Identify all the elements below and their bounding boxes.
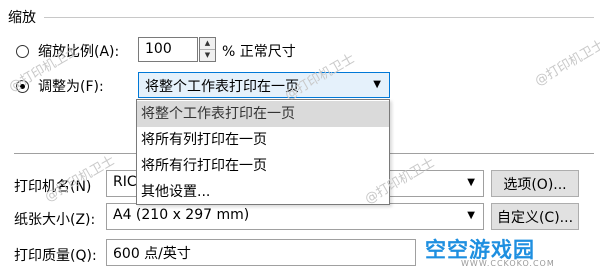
section-title: 缩放 <box>8 10 36 26</box>
dropdown-option-all-columns[interactable]: 将所有列打印在一页 <box>137 127 389 153</box>
paper-size-value: A4 (210 x 297 mm) <box>113 207 250 223</box>
scale-percent-radio[interactable] <box>16 45 29 58</box>
brand-url: WWW.CCKOKO.COM <box>461 259 555 268</box>
watermark: @打印机卫士 <box>532 37 600 90</box>
printer-name-value: RIC <box>113 174 137 190</box>
dropdown-option-all-rows[interactable]: 将所有行打印在一页 <box>137 153 389 179</box>
fit-to-selected-value: 将整个工作表打印在一页 <box>145 79 299 95</box>
scale-spinner[interactable]: ▲ ▼ <box>199 37 216 62</box>
print-quality-select[interactable]: 600 点/英寸 <box>106 239 416 266</box>
section-separator <box>44 17 594 18</box>
spin-up-icon[interactable]: ▲ <box>200 38 215 50</box>
options-button[interactable]: 选项(O)... <box>491 170 579 197</box>
fit-to-label[interactable]: 调整为(F): <box>38 76 104 96</box>
brand-logo: 空空游戏园 WWW.CCKOKO.COM <box>425 234 595 270</box>
spin-down-icon[interactable]: ▼ <box>200 50 215 62</box>
scale-unit-label: % 正常尺寸 <box>222 44 296 60</box>
custom-size-button[interactable]: 自定义(C)... <box>491 203 579 230</box>
chevron-down-icon[interactable]: ▼ <box>467 210 475 221</box>
chevron-down-icon[interactable]: ▼ <box>467 177 475 188</box>
fit-to-dropdown-list[interactable]: 将整个工作表打印在一页 将所有列打印在一页 将所有行打印在一页 其他设置... <box>136 99 390 205</box>
chevron-down-icon[interactable]: ▼ <box>373 79 381 90</box>
paper-size-select[interactable]: A4 (210 x 297 mm) ▼ <box>106 203 484 230</box>
fit-to-combobox[interactable]: 将整个工作表打印在一页 ▼ <box>138 72 390 98</box>
print-quality-label: 打印质量(Q): <box>14 248 97 264</box>
print-quality-value: 600 点/英寸 <box>113 246 191 262</box>
dropdown-option-other-settings[interactable]: 其他设置... <box>137 179 389 205</box>
dropdown-option-whole-sheet[interactable]: 将整个工作表打印在一页 <box>137 101 389 127</box>
paper-size-label: 纸张大小(Z): <box>14 212 96 228</box>
scale-percent-input[interactable]: 100 <box>138 37 198 62</box>
